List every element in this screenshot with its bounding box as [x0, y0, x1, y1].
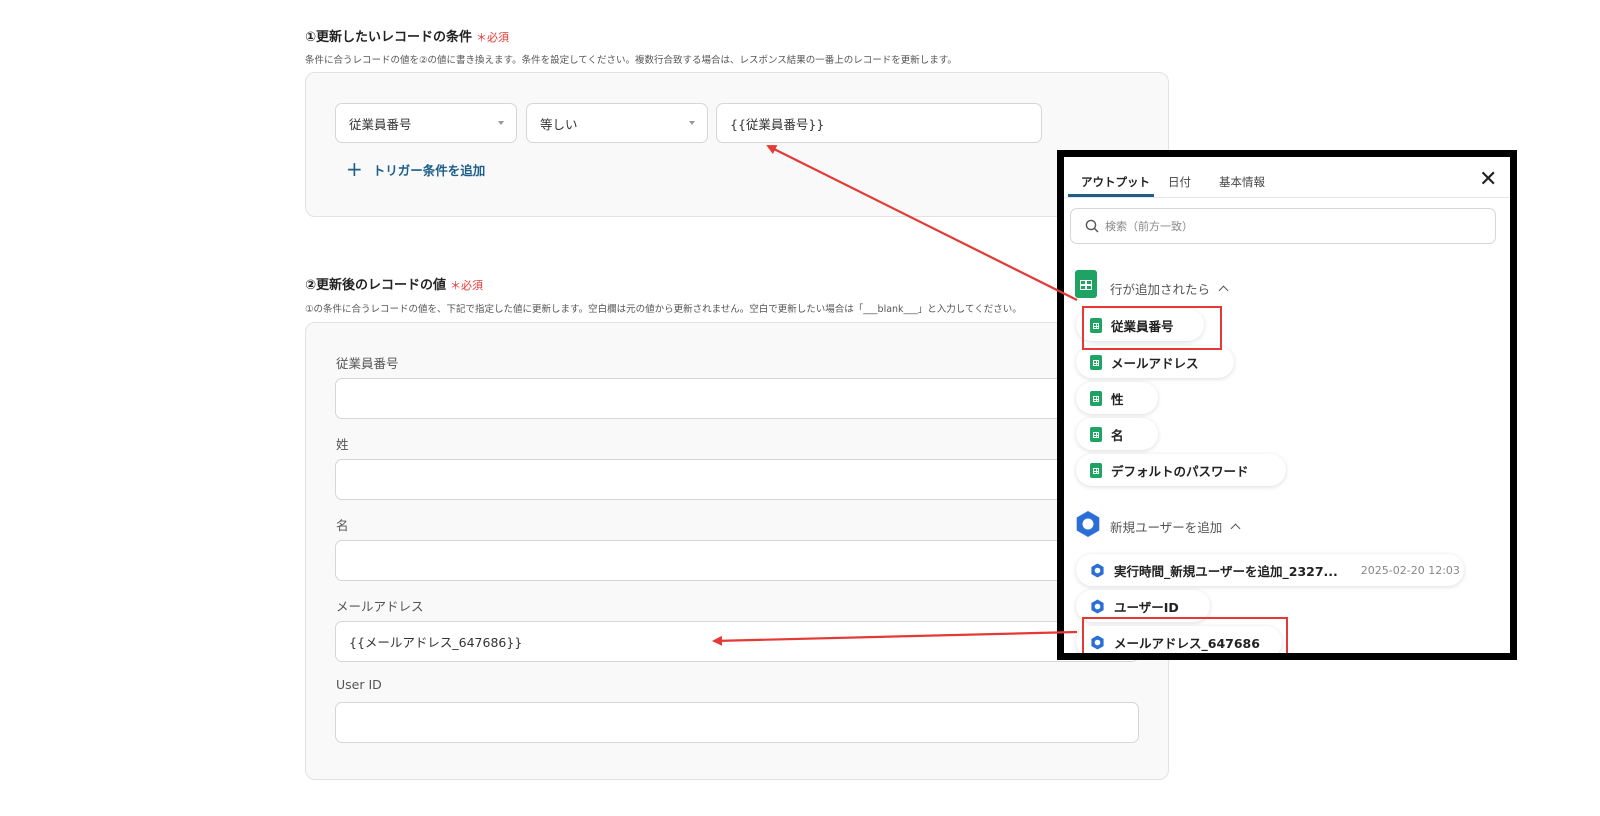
annotation-arrow — [712, 630, 1078, 646]
annotation-arrow — [766, 145, 1078, 301]
annotation-arrows — [712, 145, 1078, 646]
